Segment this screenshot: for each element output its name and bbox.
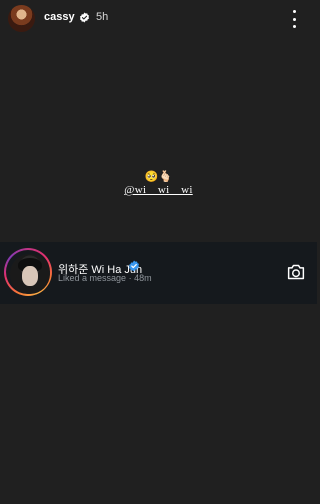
story-author-avatar[interactable] (8, 5, 35, 32)
more-icon[interactable] (289, 10, 299, 28)
liker-avatar (10, 254, 50, 294)
story-mention-sticker[interactable]: @wi__wi__wi (0, 184, 317, 200)
camera-icon[interactable] (286, 263, 306, 281)
story-header: cassy 5h (0, 0, 317, 38)
activity-time: 48m (134, 273, 152, 283)
liker-avatar-ring[interactable] (4, 248, 52, 296)
activity-separator: · (128, 273, 132, 283)
activity-description: Liked a message · 48m (58, 273, 152, 283)
story-activity-item[interactable] (0, 242, 317, 304)
verified-icon (79, 12, 90, 23)
mention-link[interactable]: @wi__wi__wi (124, 184, 192, 196)
story-author-username[interactable]: cassy (44, 11, 75, 23)
activity-action: Liked a message (58, 273, 127, 283)
story-timestamp: 5h (96, 11, 109, 23)
verified-icon (129, 260, 139, 272)
story-emoji-sticker: 🥺🫰🏻 (144, 171, 173, 183)
